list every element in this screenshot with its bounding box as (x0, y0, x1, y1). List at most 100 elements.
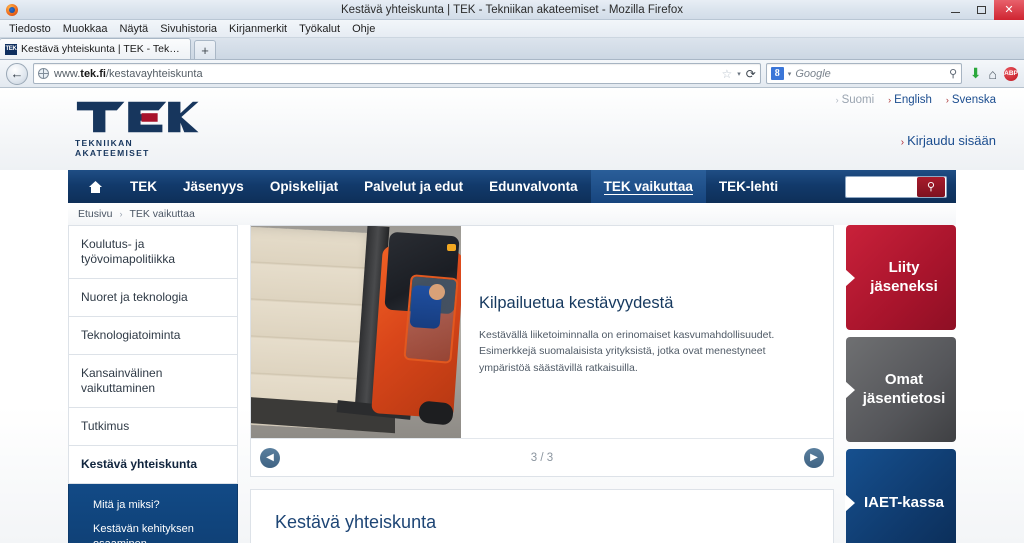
hero-carousel: Kilpailuetua kestävyydestä Kestävällä li… (250, 225, 834, 477)
nav-item-edunvalvonta[interactable]: Edunvalvonta (476, 170, 591, 203)
breadcrumb-separator-icon: › (119, 209, 123, 219)
chevron-right-icon: › (835, 95, 839, 105)
language-label: Suomi (841, 94, 875, 106)
sidebar-item-kansainvalinen-vaikuttaminen[interactable]: Kansainvälinen vaikuttaminen (68, 355, 238, 408)
window-title-bar: Kestävä yhteiskunta | TEK - Tekniikan ak… (0, 0, 1024, 20)
maximize-restore-button[interactable] (968, 0, 994, 20)
close-button[interactable]: ✕ (994, 0, 1024, 20)
menu-item-muokkaa[interactable]: Muokkaa (57, 20, 114, 38)
toolbar-icons: ⬇ ⌂ ABP (967, 65, 1018, 82)
url-prefix: www. (54, 67, 81, 80)
language-link-svenska[interactable]: › Svenska (946, 94, 996, 106)
arrow-right-icon (845, 268, 855, 287)
downloads-icon[interactable]: ⬇ (970, 65, 982, 82)
carousel-prev-button[interactable]: ◀ (260, 447, 280, 468)
nav-item-tek-vaikuttaa[interactable]: TEK vaikuttaa (590, 170, 706, 203)
search-engine-chevron-icon[interactable]: ▾ (788, 70, 792, 78)
nav-item-opiskelijat[interactable]: Opiskelijat (257, 170, 351, 203)
nav-item-tek[interactable]: TEK (117, 170, 170, 203)
window-title: Kestävä yhteiskunta | TEK - Tekniikan ak… (341, 3, 683, 16)
menu-item-kirjanmerkit[interactable]: Kirjanmerkit (223, 20, 293, 38)
sidebar-subitem-kestavan-kehityksen-osaaminen[interactable]: Kestävän kehityksen osaaminen (69, 517, 237, 543)
arrow-right-icon (845, 494, 855, 512)
nav-label: TEK vaikuttaa (603, 178, 693, 195)
sidebar-item-kestava-yhteiskunta[interactable]: Kestävä yhteiskunta (68, 446, 238, 484)
application-menu-bar: Tiedosto Muokkaa Näytä Sivuhistoria Kirj… (0, 20, 1024, 38)
logo-tagline: TEKNIIKAN AKATEEMISET (75, 138, 150, 158)
menu-item-tiedosto[interactable]: Tiedosto (3, 20, 57, 38)
url-domain: tek.fi (80, 67, 106, 80)
page-title: Kestävä yhteiskunta (275, 512, 437, 532)
promo-omat-jasentietosi[interactable]: Omat jäsentietosi (845, 337, 956, 442)
nav-label: TEK (130, 179, 157, 194)
address-bar-actions: ☆ ▾ ⟳ (721, 67, 755, 81)
language-link-suomi[interactable]: › Suomi (836, 94, 875, 106)
url-path: /kestavayhteiskunta (105, 67, 203, 80)
menu-item-ohje[interactable]: Ohje (346, 20, 381, 38)
menu-item-sivuhistoria[interactable]: Sivuhistoria (154, 20, 223, 38)
nav-item-tek-lehti[interactable]: TEK-lehti (706, 170, 791, 203)
nav-item-jasenyys[interactable]: Jäsenyys (170, 170, 257, 203)
tab-favicon-icon: TEK (5, 43, 17, 55)
nav-item-palvelut-ja-edut[interactable]: Palvelut ja edut (351, 170, 476, 203)
promo-label: IAET-kassa (863, 493, 945, 511)
promo-liity-jaseneksi[interactable]: Liity jäseneksi (845, 225, 956, 330)
chevron-right-icon: › (945, 95, 949, 105)
adblock-plus-icon[interactable]: ABP (1004, 66, 1018, 81)
site-header: TEKNIIKAN AKATEEMISET › Suomi › English › S… (0, 88, 1024, 170)
main-column: Kilpailuetua kestävyydestä Kestävällä li… (250, 225, 834, 543)
search-icon[interactable]: ⚲ (949, 67, 957, 80)
globe-icon (38, 68, 49, 79)
menu-item-nayta[interactable]: Näytä (113, 20, 154, 38)
sidebar-navigation: Koulutus- ja työvoimapolitiikka Nuoret j… (68, 225, 238, 543)
language-label: English (894, 94, 932, 106)
lower-content-panel: Kestävä yhteiskunta (250, 489, 834, 543)
new-tab-button[interactable]: + (194, 40, 216, 59)
language-link-english[interactable]: › English (888, 94, 932, 106)
language-label: Svenska (951, 94, 996, 106)
nav-label: Edunvalvonta (489, 179, 578, 194)
reload-icon[interactable]: ⟳ (746, 67, 756, 81)
browser-search-box[interactable]: 8 ▾ Google ⚲ (765, 63, 962, 84)
nav-label: Palvelut ja edut (364, 179, 464, 194)
address-bar[interactable]: www.tek.fi/kestavayhteiskunta ☆ ▾ ⟳ (33, 63, 761, 84)
url-text: www.tek.fi/kestavayhteiskunta (54, 68, 203, 80)
minimize-button[interactable] (942, 0, 968, 20)
sidebar-subitem-mita-ja-miksi[interactable]: Mitä ja miksi? (69, 493, 237, 517)
breadcrumb-item-tek-vaikuttaa[interactable]: TEK vaikuttaa (129, 208, 194, 220)
promo-label: Liity jäseneksi (870, 258, 938, 295)
site-search-button[interactable]: ⚲ (917, 176, 945, 197)
breadcrumb-item-etusivu[interactable]: Etusivu (78, 208, 112, 220)
nav-label: Jäsenyys (183, 179, 244, 194)
google-icon[interactable]: 8 (770, 67, 784, 80)
page-viewport: TEKNIIKAN AKATEEMISET › Suomi › English › S… (0, 88, 1024, 543)
tab-title: Kestävä yhteiskunta | TEK - Tekniikan ak… (21, 43, 182, 55)
sidebar-item-nuoret-ja-teknologia[interactable]: Nuoret ja teknologia (68, 279, 238, 317)
language-switcher: › Suomi › English › Svenska (836, 94, 996, 106)
site-logo[interactable]: TEKNIIKAN AKATEEMISET (75, 98, 205, 158)
nav-item-home[interactable] (68, 170, 117, 203)
carousel-next-button[interactable]: ▶ (803, 447, 824, 468)
site-search-box[interactable]: ⚲ (845, 175, 947, 198)
home-icon[interactable]: ⌂ (989, 66, 997, 82)
menu-item-tyokalut[interactable]: Työkalut (293, 20, 346, 38)
carousel-description: Kestävällä liiketoiminnalla on erinomais… (479, 329, 775, 374)
chevron-right-icon: › (888, 95, 892, 105)
carousel-body: Kilpailuetua kestävyydestä Kestävällä li… (251, 226, 833, 438)
back-button[interactable]: ← (6, 62, 28, 85)
login-link[interactable]: › Kirjaudu sisään (901, 133, 996, 148)
browser-tab[interactable]: TEK Kestävä yhteiskunta | TEK - Tekniika… (0, 38, 191, 59)
sidebar-item-koulutus-ja-tyovoimapolitiikka[interactable]: Koulutus- ja työvoimapolitiikka (68, 225, 238, 279)
chevron-down-icon[interactable]: ▾ (737, 70, 741, 78)
arrow-right-icon (845, 380, 855, 399)
bookmark-star-icon[interactable]: ☆ (721, 67, 732, 81)
promo-iaet-kassa[interactable]: IAET-kassa (845, 449, 956, 543)
sidebar-item-tutkimus[interactable]: Tutkimus (68, 408, 238, 446)
nav-label: TEK-lehti (718, 179, 779, 194)
tek-logo-icon (76, 101, 199, 133)
nav-label: Opiskelijat (269, 179, 339, 194)
carousel-image-forklift (251, 226, 461, 438)
search-input[interactable]: Google (795, 68, 830, 80)
carousel-counter: 3 / 3 (530, 451, 554, 464)
sidebar-item-teknologiatoiminta[interactable]: Teknologiatoiminta (68, 317, 238, 355)
